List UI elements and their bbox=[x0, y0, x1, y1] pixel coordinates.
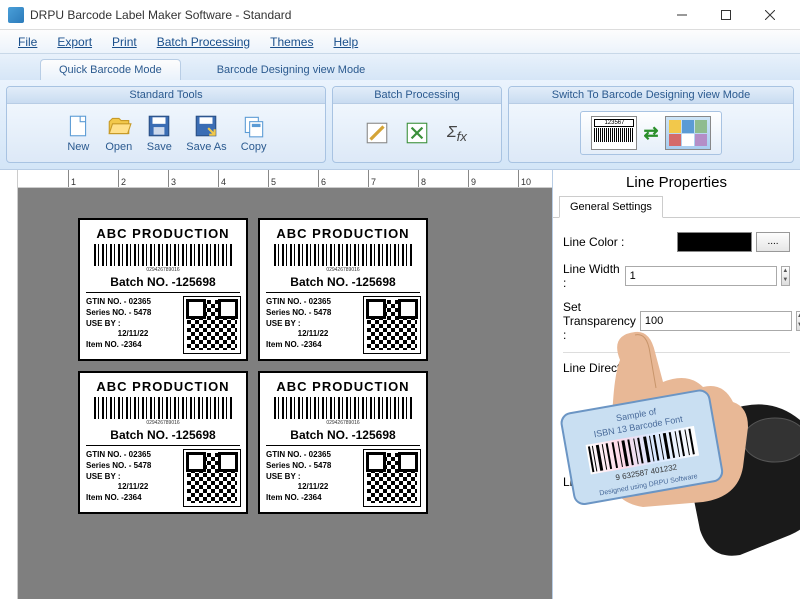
mini-design-icon bbox=[665, 116, 711, 150]
label-info: GTIN NO. - 02365Series NO. - 5478 USE BY… bbox=[86, 297, 180, 353]
transparency-input[interactable] bbox=[640, 311, 792, 331]
spinner[interactable]: ▲▼ bbox=[781, 266, 790, 286]
switch-mode-button[interactable]: 123567 ⇄ bbox=[580, 111, 721, 155]
batch-number: Batch NO. -125698 bbox=[86, 275, 240, 293]
row-line-width: Line Width : ▲▼ bbox=[563, 262, 790, 290]
app-icon bbox=[8, 7, 24, 23]
close-button[interactable] bbox=[748, 1, 792, 29]
line-width-input[interactable] bbox=[625, 266, 777, 286]
ribbon: Standard Tools New Open Save Save As Cop… bbox=[0, 80, 800, 170]
menu-print[interactable]: Print bbox=[102, 33, 147, 51]
panel-tabs: General Settings bbox=[553, 195, 800, 218]
batch-edit-button[interactable] bbox=[364, 120, 390, 146]
copy-button[interactable]: Copy bbox=[241, 113, 267, 153]
row-line-direction: Line Direction bbox=[563, 361, 790, 375]
new-button[interactable]: New bbox=[65, 113, 91, 153]
titlebar: DRPU Barcode Label Maker Software - Stan… bbox=[0, 0, 800, 30]
properties-panel: Line Properties General Settings Line Co… bbox=[552, 170, 800, 599]
barcode-label[interactable]: ABC PRODUCTION 029426789016 Batch NO. -1… bbox=[258, 218, 428, 361]
barcode-label[interactable]: ABC PRODUCTION 029426789016 Batch NO. -1… bbox=[78, 371, 248, 514]
mini-barcode-icon: 123567 bbox=[591, 116, 637, 150]
spinner[interactable]: ▲▼ bbox=[796, 311, 800, 331]
menubar: File Export Print Batch Processing Theme… bbox=[0, 30, 800, 54]
ribbon-switch-mode: Switch To Barcode Designing view Mode 12… bbox=[508, 86, 794, 163]
barcode-1d bbox=[94, 244, 232, 266]
open-button[interactable]: Open bbox=[105, 113, 132, 153]
window-title: DRPU Barcode Label Maker Software - Stan… bbox=[30, 8, 660, 22]
maximize-button[interactable] bbox=[704, 1, 748, 29]
barcode-label[interactable]: ABC PRODUCTION 029426789016 Batch NO. -1… bbox=[258, 371, 428, 514]
minimize-button[interactable] bbox=[660, 1, 704, 29]
tab-design-mode[interactable]: Barcode Designing view Mode bbox=[199, 60, 384, 80]
ruler-vertical bbox=[0, 170, 18, 599]
menu-file[interactable]: File bbox=[8, 33, 47, 51]
ruler-horizontal: 1 2 3 4 5 6 7 8 9 10 bbox=[18, 170, 552, 188]
ribbon-standard-tools: Standard Tools New Open Save Save As Cop… bbox=[6, 86, 326, 163]
saveas-button[interactable]: Save As bbox=[186, 113, 226, 153]
canvas[interactable]: ABC PRODUCTION 029426789016 Batch NO. -1… bbox=[18, 188, 552, 599]
label-grid: ABC PRODUCTION 029426789016 Batch NO. -1… bbox=[78, 218, 552, 514]
tab-quick-mode[interactable]: Quick Barcode Mode bbox=[40, 59, 181, 80]
ribbon-group-title: Standard Tools bbox=[7, 87, 325, 104]
swap-arrows-icon: ⇄ bbox=[643, 123, 658, 144]
barcode-label[interactable]: ABC PRODUCTION 029426789016 Batch NO. -1… bbox=[78, 218, 248, 361]
ribbon-batch: Batch Processing Σfx bbox=[332, 86, 502, 163]
row-transparency: Set Transparency : ▲▼ bbox=[563, 300, 790, 342]
menu-themes[interactable]: Themes bbox=[260, 33, 323, 51]
batch-fx-button[interactable]: Σfx bbox=[444, 120, 470, 146]
label-title: ABC PRODUCTION bbox=[86, 226, 240, 241]
ribbon-group-title: Batch Processing bbox=[333, 87, 501, 104]
menu-batch[interactable]: Batch Processing bbox=[147, 33, 260, 51]
work-area: 1 2 3 4 5 6 7 8 9 10 ABC PRODUCTION 0294… bbox=[0, 170, 800, 599]
color-swatch[interactable] bbox=[677, 232, 752, 252]
qr-code bbox=[184, 297, 240, 353]
batch-excel-button[interactable] bbox=[404, 120, 430, 146]
ribbon-group-title: Switch To Barcode Designing view Mode bbox=[509, 87, 793, 104]
menu-help[interactable]: Help bbox=[323, 33, 368, 51]
menu-export[interactable]: Export bbox=[47, 33, 102, 51]
row-line-color: Line Color : .... bbox=[563, 232, 790, 252]
color-picker-button[interactable]: .... bbox=[756, 232, 790, 252]
panel-title: Line Properties bbox=[553, 170, 800, 195]
tab-general-settings[interactable]: General Settings bbox=[559, 196, 663, 218]
save-button[interactable]: Save bbox=[146, 113, 172, 153]
row-end-cap: Line End Cap : bbox=[563, 475, 790, 489]
mode-tabs: Quick Barcode Mode Barcode Designing vie… bbox=[0, 54, 800, 80]
